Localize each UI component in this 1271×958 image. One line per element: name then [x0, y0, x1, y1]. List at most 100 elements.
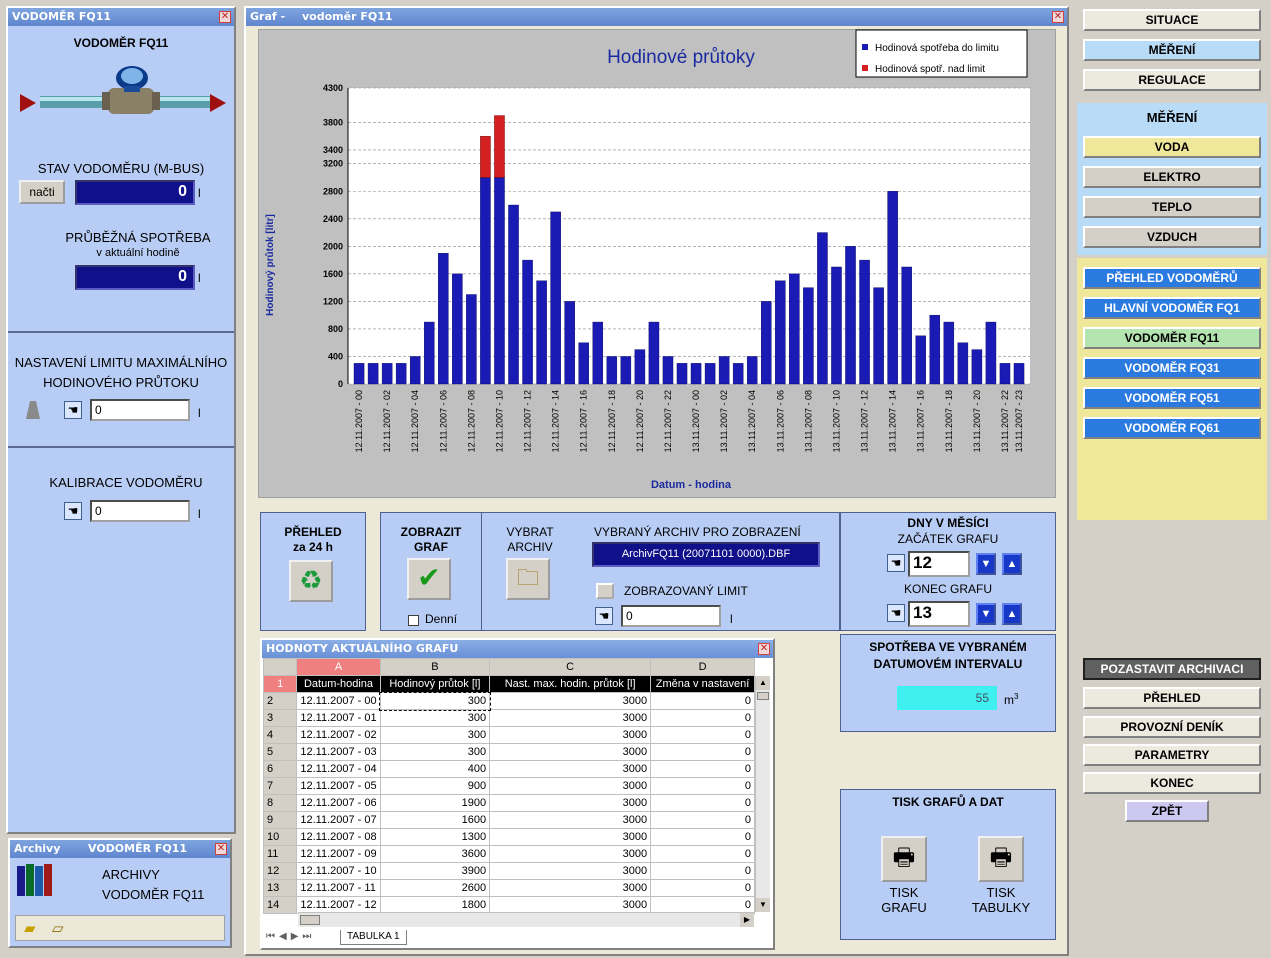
nav-situace[interactable]: SITUACE	[1083, 9, 1261, 31]
cell-change[interactable]: 0	[650, 760, 755, 778]
selected-archive-display[interactable]: ArchivFQ11 (20071101 0000).DBF	[592, 542, 820, 567]
nav-teplo[interactable]: TEPLO	[1083, 196, 1261, 218]
col-d-header[interactable]: D	[650, 658, 755, 676]
cell-flow[interactable]: 3900	[379, 862, 491, 880]
close-icon[interactable]: ✕	[215, 843, 227, 855]
cell-limit[interactable]: 3000	[489, 896, 652, 914]
nav-pause-archiving[interactable]: POZASTAVIT ARCHIVACI	[1083, 658, 1261, 680]
cell-date[interactable]: 12.11.2007 - 08	[296, 828, 381, 846]
end-day-down-button[interactable]: ▼	[976, 603, 996, 625]
hand-icon[interactable]: ☚	[595, 607, 613, 625]
print-table-button[interactable]: 🖶	[978, 836, 1024, 882]
cell-change[interactable]: 0	[650, 845, 755, 863]
cell-date[interactable]: 12.11.2007 - 03	[296, 743, 381, 761]
hand-icon[interactable]: ☚	[64, 401, 82, 419]
folder-icon[interactable]: ▰	[24, 919, 36, 937]
nav-meter-fq61[interactable]: VODOMĚR FQ61	[1083, 417, 1261, 439]
header-cell-flow[interactable]: Hodinový průtok [l]	[379, 675, 491, 693]
cell-change[interactable]: 0	[650, 709, 755, 727]
cell-flow[interactable]: 1800	[379, 896, 491, 914]
cell-limit[interactable]: 3000	[489, 794, 652, 812]
col-c-header[interactable]: C	[489, 658, 652, 676]
cell-change[interactable]: 0	[650, 862, 755, 880]
cell-limit[interactable]: 3000	[489, 777, 652, 795]
cell-change[interactable]: 0	[650, 811, 755, 829]
cell-limit[interactable]: 3000	[489, 828, 652, 846]
scroll-thumb[interactable]	[757, 692, 769, 700]
header-cell-limit[interactable]: Nast. max. hodin. průtok [l]	[489, 675, 652, 693]
cell-date[interactable]: 12.11.2007 - 07	[296, 811, 381, 829]
calibration-input[interactable]: 0	[90, 500, 190, 522]
cell-date[interactable]: 12.11.2007 - 05	[296, 777, 381, 795]
nav-meter-fq51[interactable]: VODOMĚR FQ51	[1083, 387, 1261, 409]
start-day-up-button[interactable]: ▲	[1002, 553, 1022, 575]
shown-limit-input[interactable]: 0	[621, 605, 721, 627]
scroll-thumb[interactable]	[300, 915, 320, 925]
scroll-down-arrow[interactable]: ▼	[756, 898, 770, 912]
cell-limit[interactable]: 3000	[489, 760, 652, 778]
cell-flow[interactable]: 300	[379, 726, 491, 744]
cell-flow[interactable]: 300	[379, 691, 491, 711]
table-vertical-scrollbar[interactable]: ▲ ▼	[755, 676, 770, 912]
end-day-up-button[interactable]: ▲	[1002, 603, 1022, 625]
cell-flow[interactable]: 1600	[379, 811, 491, 829]
select-archive-button[interactable]: 🗀	[506, 558, 550, 600]
cell-date[interactable]: 12.11.2007 - 02	[296, 726, 381, 744]
cell-limit[interactable]: 3000	[489, 743, 652, 761]
cell-limit[interactable]: 3000	[489, 709, 652, 727]
cell-limit[interactable]: 3000	[489, 862, 652, 880]
cell-change[interactable]: 0	[650, 896, 755, 914]
cell-flow[interactable]: 300	[379, 743, 491, 761]
cell-flow[interactable]: 400	[379, 760, 491, 778]
limit-input[interactable]: 0	[90, 399, 190, 421]
cell-flow[interactable]: 900	[379, 777, 491, 795]
show-graph-button[interactable]: ✔	[407, 558, 451, 600]
cell-change[interactable]: 0	[650, 743, 755, 761]
cell-flow[interactable]: 1300	[379, 828, 491, 846]
close-icon[interactable]: ✕	[219, 11, 231, 23]
col-b-header[interactable]: B	[379, 658, 491, 676]
close-icon[interactable]: ✕	[758, 643, 770, 655]
cell-date[interactable]: 12.11.2007 - 12	[296, 896, 381, 914]
nav-konec[interactable]: KONEC	[1083, 772, 1261, 794]
scroll-right-arrow[interactable]: ▶	[740, 913, 754, 927]
open-folder-icon[interactable]: ▱	[52, 919, 64, 937]
limit-toggle-button[interactable]	[596, 583, 614, 599]
nav-meters-overview[interactable]: PŘEHLED VODOMĚRŮ	[1083, 267, 1261, 289]
cell-flow[interactable]: 300	[379, 709, 491, 727]
nav-parametry[interactable]: PARAMETRY	[1083, 744, 1261, 766]
print-graph-button[interactable]: 🖶	[881, 836, 927, 882]
cell-limit[interactable]: 3000	[489, 726, 652, 744]
sheet-nav[interactable]: ⏮◀▶⏭	[266, 931, 315, 942]
cell-date[interactable]: 12.11.2007 - 09	[296, 845, 381, 863]
cell-change[interactable]: 0	[650, 828, 755, 846]
cell-limit[interactable]: 3000	[489, 811, 652, 829]
cell-change[interactable]: 0	[650, 794, 755, 812]
cell-limit[interactable]: 3000	[489, 845, 652, 863]
cell-date[interactable]: 12.11.2007 - 11	[296, 879, 381, 897]
sheet-tab[interactable]: TABULKA 1	[340, 930, 407, 945]
cell-change[interactable]: 0	[650, 726, 755, 744]
nav-meter-fq31[interactable]: VODOMĚR FQ31	[1083, 357, 1261, 379]
nav-vzduch[interactable]: VZDUCH	[1083, 226, 1261, 248]
cell-date[interactable]: 12.11.2007 - 04	[296, 760, 381, 778]
cell-flow[interactable]: 1900	[379, 794, 491, 812]
scroll-up-arrow[interactable]: ▲	[756, 676, 770, 690]
cell-date[interactable]: 12.11.2007 - 06	[296, 794, 381, 812]
close-icon[interactable]: ✕	[1052, 11, 1064, 23]
nav-regulace[interactable]: REGULACE	[1083, 69, 1261, 91]
nav-meter-fq11[interactable]: VODOMĚR FQ11	[1083, 327, 1261, 349]
cell-flow[interactable]: 3600	[379, 845, 491, 863]
header-cell-date[interactable]: Datum-hodina	[296, 675, 381, 693]
daily-checkbox[interactable]	[408, 615, 419, 626]
nav-prehled[interactable]: PŘEHLED	[1083, 687, 1261, 709]
nav-zpet[interactable]: ZPĚT	[1125, 800, 1209, 822]
nav-voda[interactable]: VODA	[1083, 136, 1261, 158]
hand-icon[interactable]: ☚	[887, 604, 905, 622]
books-icon[interactable]	[15, 862, 57, 898]
end-day-input[interactable]: 13	[908, 601, 970, 627]
hand-icon[interactable]: ☚	[887, 554, 905, 572]
header-cell-change[interactable]: Změna v nastavení	[650, 675, 755, 693]
cell-date[interactable]: 12.11.2007 - 01	[296, 709, 381, 727]
nav-main-meter-fq1[interactable]: HLAVNÍ VODOMĚR FQ1	[1083, 297, 1261, 319]
